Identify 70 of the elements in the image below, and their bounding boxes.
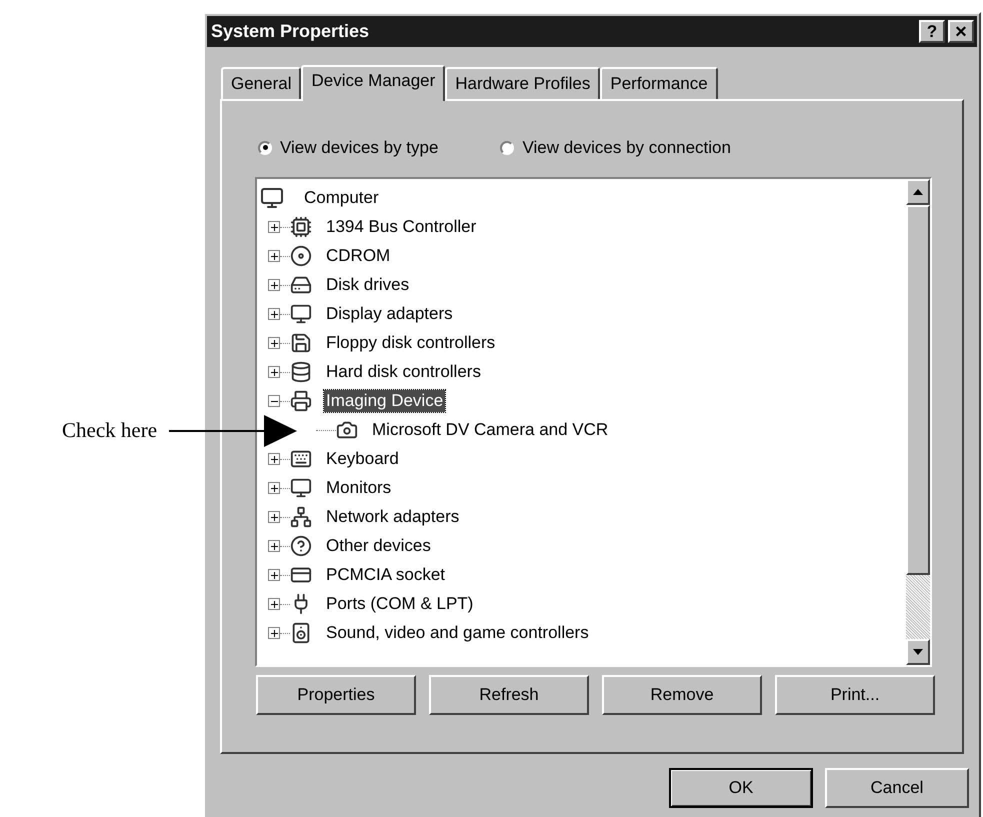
monitor-icon: [290, 477, 312, 499]
radio-label: View devices by type: [280, 137, 438, 159]
scroll-down-button[interactable]: [906, 638, 930, 664]
keyboard-icon: [290, 448, 312, 470]
scrollbar[interactable]: [906, 178, 930, 664]
expand-toggle[interactable]: [268, 569, 280, 581]
annotation-label: Check here: [62, 417, 158, 444]
radio-label: View devices by connection: [522, 137, 731, 159]
tree-item[interactable]: Ports (COM & LPT): [324, 593, 476, 615]
question-icon: [290, 535, 312, 557]
tab[interactable]: Hardware Profiles: [445, 67, 600, 99]
monitor-icon: [290, 303, 312, 325]
tree-item[interactable]: Sound, video and game controllers: [324, 622, 591, 644]
floppy-icon: [290, 332, 312, 354]
tree-item[interactable]: Microsoft DV Camera and VCR: [370, 419, 610, 441]
scroll-up-button[interactable]: [906, 178, 930, 204]
tree-item[interactable]: Network adapters: [324, 506, 462, 528]
tree-item[interactable]: Computer: [302, 188, 381, 208]
radio-option[interactable]: View devices by type: [258, 135, 438, 160]
tree-item[interactable]: Disk drives: [324, 274, 412, 296]
computer-icon: [260, 186, 284, 210]
dialog-button[interactable]: Cancel: [825, 768, 969, 808]
expand-toggle[interactable]: [268, 366, 280, 378]
help-button[interactable]: ?: [919, 20, 945, 43]
tree-item[interactable]: Hard disk controllers: [324, 361, 483, 383]
expand-toggle[interactable]: [268, 540, 280, 552]
scroll-thumb[interactable]: [906, 204, 930, 574]
panel-button[interactable]: Properties: [256, 674, 416, 714]
expand-toggle[interactable]: [268, 627, 280, 639]
close-button[interactable]: ×: [948, 20, 974, 43]
expand-toggle[interactable]: [268, 511, 280, 523]
expand-toggle[interactable]: [268, 250, 280, 262]
window-title: System Properties: [211, 20, 370, 43]
camera-icon: [336, 419, 358, 441]
tab[interactable]: Device Manager: [301, 65, 446, 101]
expand-toggle[interactable]: [268, 482, 280, 494]
chip-icon: [290, 216, 312, 238]
up-arrow-icon: [913, 188, 923, 194]
tab[interactable]: General: [221, 67, 302, 99]
speaker-icon: [290, 622, 312, 644]
tree-item[interactable]: Keyboard: [324, 448, 401, 470]
down-arrow-icon: [913, 648, 923, 654]
scanner-icon: [290, 390, 312, 412]
radio-button[interactable]: [500, 140, 514, 155]
tree-item[interactable]: PCMCIA socket: [324, 564, 448, 586]
tree-item[interactable]: Floppy disk controllers: [324, 332, 498, 354]
tab[interactable]: Performance: [600, 67, 718, 99]
network-icon: [290, 506, 312, 528]
radio-button[interactable]: [258, 140, 272, 155]
tree-item[interactable]: Monitors: [324, 477, 394, 499]
panel-button[interactable]: Print...: [775, 674, 935, 714]
drive-icon: [290, 274, 312, 296]
panel-button[interactable]: Remove: [602, 674, 762, 714]
tree-item[interactable]: Imaging Device: [324, 390, 446, 412]
dialog-button[interactable]: OK: [669, 768, 813, 808]
tree-item[interactable]: CDROM: [324, 245, 392, 267]
radio-option[interactable]: View devices by connection: [500, 135, 731, 160]
panel-button[interactable]: Refresh: [429, 674, 589, 714]
tree-item[interactable]: 1394 Bus Controller: [324, 216, 478, 238]
tree-item[interactable]: Display adapters: [324, 303, 455, 325]
expand-toggle[interactable]: [268, 395, 280, 407]
expand-toggle[interactable]: [268, 337, 280, 349]
expand-toggle[interactable]: [268, 279, 280, 291]
expand-toggle[interactable]: [268, 453, 280, 465]
expand-toggle[interactable]: [268, 308, 280, 320]
disc-icon: [290, 245, 312, 267]
expand-toggle[interactable]: [268, 221, 280, 233]
expand-toggle[interactable]: [268, 598, 280, 610]
tree-item[interactable]: Other devices: [324, 535, 433, 557]
disk-stack-icon: [290, 361, 312, 383]
